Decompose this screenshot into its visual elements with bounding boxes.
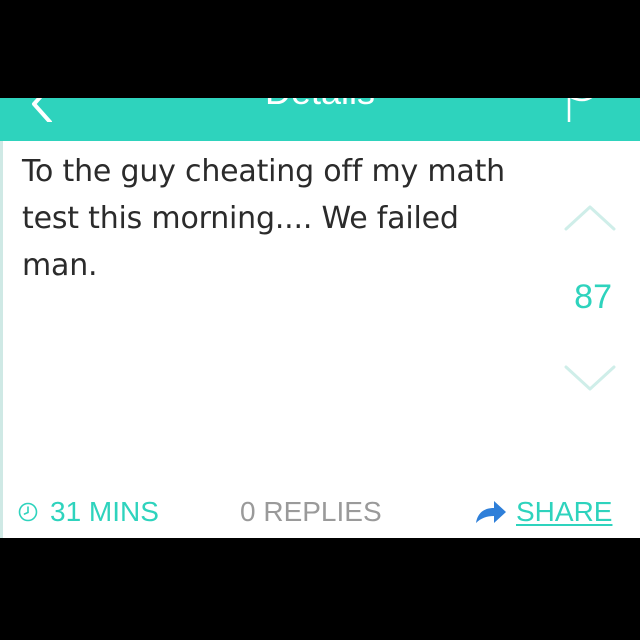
post-body: To the guy cheating off my math test thi… [22, 154, 505, 283]
vote-count: 87 [574, 278, 612, 316]
page-title: Details [0, 98, 640, 116]
post-time: 31 MINS [18, 496, 159, 528]
post-time-label: 31 MINS [50, 496, 159, 527]
flag-icon[interactable] [565, 98, 615, 124]
share-arrow-icon [476, 501, 506, 523]
chevron-up-icon[interactable] [560, 203, 620, 233]
vote-control: 87 [560, 203, 620, 413]
share-label: SHARE [516, 496, 613, 527]
chevron-down-icon[interactable] [560, 363, 620, 393]
replies-button[interactable]: 0 REPLIES [240, 496, 382, 528]
app-screen: Details To the guy cheating off my math … [0, 98, 640, 538]
share-button[interactable]: SHARE [474, 496, 612, 528]
card-border [0, 141, 3, 538]
nav-header: Details [0, 98, 640, 141]
clock-icon [18, 502, 38, 522]
post-footer: 31 MINS 0 REPLIES SHARE [0, 488, 640, 538]
photo-frame: Details To the guy cheating off my math … [0, 0, 640, 640]
